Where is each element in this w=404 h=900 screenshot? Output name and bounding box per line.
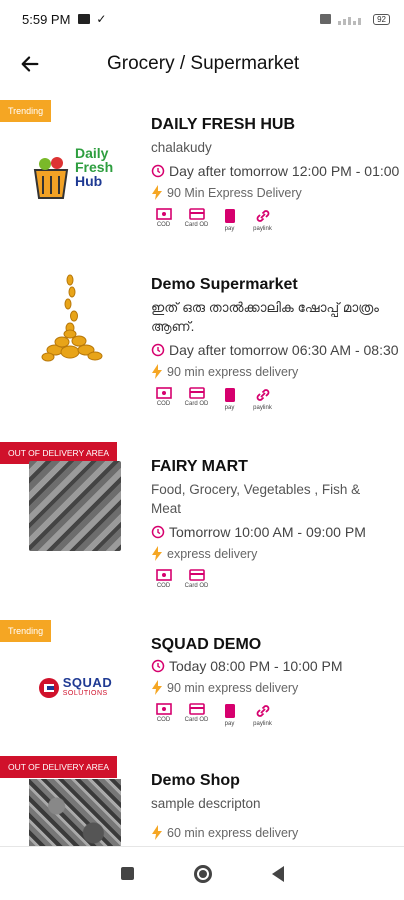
store-list[interactable]: Trending Daily Fresh Hub DAILY FRESH HUB… [0,90,404,846]
payment-cod: COD [151,387,176,411]
phone-icon [224,209,235,223]
payment-methods: COD Card OD pay paylink [151,703,404,727]
page-title: Grocery / Supermarket [107,53,300,74]
logo-text-hub: Hub [75,173,103,189]
logo-text-fresh: Fresh [75,159,114,175]
payment-pay: pay [217,387,242,411]
logo-text-solutions: SOLUTIONS [62,689,108,697]
market-photo [29,778,121,846]
clock-icon [151,164,165,178]
delivery-info: 60 min express delivery [151,825,404,840]
back-button[interactable] [0,38,60,90]
message-icon [78,14,91,24]
link-icon [256,389,269,401]
cash-icon [155,703,172,715]
store-photo [20,776,130,846]
trending-badge: Trending [0,100,52,122]
logo-text-squad: SQUAD [62,674,113,690]
store-hours: Day after tomorrow 06:30 AM - 08:30 [151,342,404,358]
payment-cod: COD [151,703,176,727]
store-hours: Tomorrow 10:00 AM - 09:00 PM [151,524,404,540]
payment-methods: COD Card OD pay paylink [151,208,404,232]
store-description: Food, Grocery, Vegetables , Fish & Meat [151,482,361,516]
trending-badge: Trending [0,620,52,642]
link-icon [256,210,269,222]
arrow-left-icon [21,56,39,72]
delivery-info: express delivery [151,546,404,561]
logo-text-daily: Daily [75,145,109,161]
store-name: Demo Shop [151,772,240,789]
sim-icon [320,14,332,24]
payment-paylink: paylink [250,387,275,411]
store-card-demo-shop[interactable]: OUT OF DELIVERY AREA Demo Shop sample de… [0,756,404,846]
bolt-icon [152,364,162,379]
cash-icon [155,569,172,581]
store-description: chalakudy [151,140,212,155]
store-description: sample descripton [151,796,261,811]
system-nav-bar [0,846,404,900]
store-name: FAIRY MART [151,458,248,475]
payment-methods: COD Card OD [151,569,404,589]
store-name: DAILY FRESH HUB [151,116,296,133]
bolt-icon [152,185,162,200]
squad-logo-icon [38,677,59,698]
payment-cod: COD [151,569,176,589]
store-logo: SQUAD SOLUTIONS [20,640,130,735]
clock-icon [151,525,165,539]
payment-paylink: paylink [250,208,275,232]
delivery-info: 90 min express delivery [151,364,404,379]
store-hours: Day after tomorrow 12:00 PM - 01:00 [151,163,404,179]
system-back-button[interactable] [271,865,284,882]
store-logo: Daily Fresh Hub [20,128,130,223]
payment-card: Card OD [184,208,209,232]
phone-icon [224,704,235,718]
store-hours: Today 08:00 PM - 10:00 PM [151,658,404,674]
coins-icon [41,274,103,361]
payment-card: Card OD [184,387,209,411]
bolt-icon [152,825,162,840]
delivery-info: 90 min express delivery [151,680,404,695]
store-card-squad-demo[interactable]: Trending SQUAD SOLUTIONS SQUAD DEMO Toda… [0,620,404,740]
card-icon [188,208,205,220]
download-done-icon: ✓ [96,12,107,26]
out-of-delivery-badge: OUT OF DELIVERY AREA [0,756,118,778]
store-card-fairy-mart[interactable]: OUT OF DELIVERY AREA FAIRY MART Food, Gr… [0,440,404,600]
cash-icon [155,387,172,399]
cash-icon [155,208,172,220]
store-name: Demo Supermarket [151,276,298,293]
store-name: SQUAD DEMO [151,636,262,653]
store-card-daily-fresh-hub[interactable]: Trending Daily Fresh Hub DAILY FRESH HUB… [0,100,404,250]
status-bar: 5:59 PM ✓ 92 [0,0,404,38]
store-logo [20,270,130,365]
battery-icon: 92 [373,13,390,25]
store-photo [20,458,130,553]
payment-card: Card OD [184,703,209,727]
clock-icon [151,659,165,673]
payment-cod: COD [151,208,176,232]
squad-logo: SQUAD SOLUTIONS [38,674,113,699]
card-icon [188,569,205,581]
clock-icon [151,343,165,357]
card-icon [188,703,205,715]
payment-card: Card OD [184,569,209,589]
payment-paylink: paylink [250,703,275,727]
delivery-info: 90 Min Express Delivery [151,185,404,200]
payment-pay: pay [217,208,242,232]
app-header: Grocery / Supermarket [0,38,404,90]
bolt-icon [152,680,162,695]
phone-icon [224,388,235,402]
recents-button[interactable] [120,867,134,880]
store-description: ഇത് ഒരു താൽക്കാലിക ഷോപ്പ് മാത്രം ആണ്. [151,300,379,334]
payment-pay: pay [217,703,242,727]
home-button[interactable] [193,864,212,883]
payment-methods: COD Card OD pay paylink [151,387,404,411]
link-icon [256,705,269,717]
store-card-demo-supermarket[interactable]: Demo Supermarket ഇത് ഒരു താൽക്കാലിക ഷോപ്… [0,270,404,430]
signal-icon [338,17,362,25]
food-photo [29,460,121,551]
card-icon [188,387,205,399]
bolt-icon [152,546,162,561]
status-time: 5:59 PM [22,11,71,27]
